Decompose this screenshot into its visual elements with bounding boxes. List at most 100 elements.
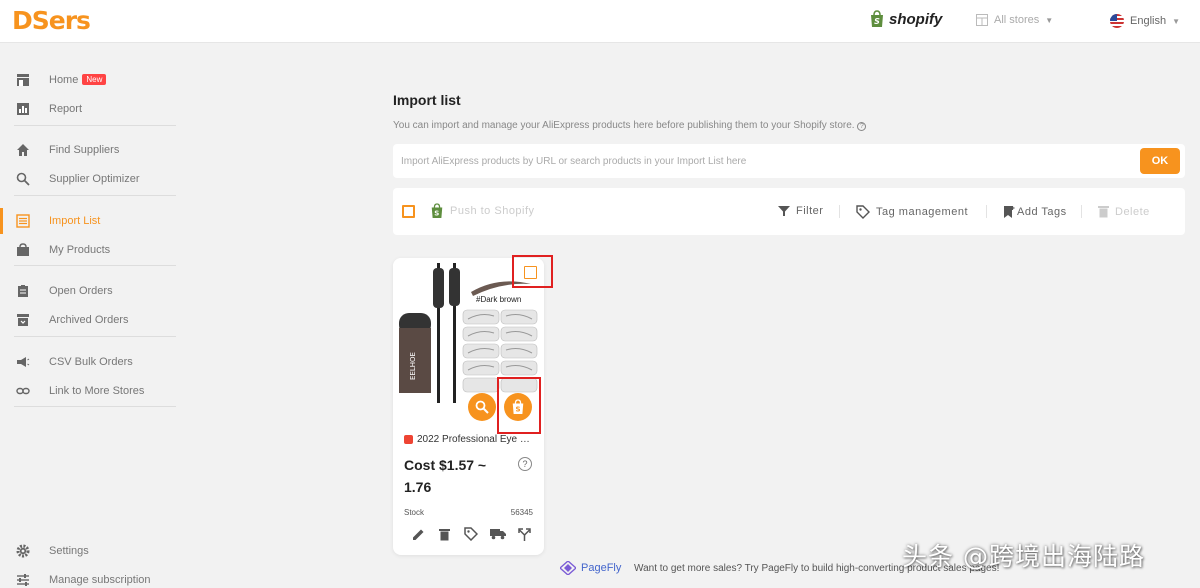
shopify-bag-icon: S bbox=[431, 203, 443, 218]
chevron-down-icon: ▼ bbox=[1172, 16, 1180, 26]
variant-label: #Dark brown bbox=[476, 295, 522, 304]
trash-icon bbox=[1098, 206, 1109, 218]
sidebar-divider bbox=[14, 406, 176, 407]
pagefly-link[interactable]: PageFly bbox=[560, 561, 621, 575]
sidebar-item-label: Manage subscription bbox=[49, 574, 151, 586]
language-label: English bbox=[1130, 15, 1167, 27]
link-icon bbox=[16, 384, 30, 398]
add-tags-label: Add Tags bbox=[1017, 206, 1067, 218]
sidebar-item-supplier-optimizer[interactable]: Supplier Optimizer bbox=[0, 166, 178, 192]
search-icon bbox=[16, 172, 30, 186]
sidebar-item-label: Import List bbox=[49, 215, 101, 227]
sidebar-divider bbox=[14, 336, 176, 337]
sidebar-item-label: My Products bbox=[49, 244, 111, 256]
sidebar-item-home[interactable]: Home New bbox=[0, 67, 178, 93]
aliexpress-icon bbox=[404, 435, 413, 444]
sidebar-item-label: Report bbox=[49, 103, 83, 115]
sidebar-item-link-stores[interactable]: Link to More Stores bbox=[0, 378, 178, 404]
shopify-label: shopify bbox=[889, 10, 943, 28]
filter-button[interactable]: Filter bbox=[778, 205, 823, 217]
truck-icon[interactable] bbox=[489, 526, 506, 542]
sidebar-item-manage-subscription[interactable]: Manage subscription bbox=[0, 567, 178, 588]
stock-value: 56345 bbox=[510, 508, 533, 517]
sidebar-item-my-products[interactable]: My Products bbox=[0, 237, 178, 263]
sidebar-divider bbox=[14, 195, 176, 196]
product-cost: Cost $1.57 ~ 1.76 bbox=[404, 457, 487, 495]
watermark: 头条 @跨境出海陆路 bbox=[902, 542, 1145, 571]
shopify-brand: S shopify bbox=[869, 10, 942, 28]
sidebar-item-settings[interactable]: Settings bbox=[0, 538, 178, 564]
product-brand-text: EELHOE bbox=[409, 352, 417, 380]
store-icon bbox=[16, 73, 30, 87]
toolbar-divider bbox=[1081, 205, 1082, 218]
toolbar-divider bbox=[986, 205, 987, 218]
import-search-input[interactable] bbox=[401, 151, 1121, 171]
sliders-icon bbox=[16, 573, 30, 587]
tag-icon bbox=[856, 205, 870, 219]
delete-button[interactable]: Delete bbox=[1098, 205, 1150, 218]
product-title-text: 2022 Professional Eye Brow Stamp Powder … bbox=[417, 434, 536, 445]
description-text: You can import and manage your AliExpres… bbox=[393, 120, 855, 131]
sidebar-item-import-list[interactable]: Import List bbox=[0, 208, 178, 234]
push-to-shopify-label: Push to Shopify bbox=[450, 205, 535, 217]
select-all-checkbox[interactable] bbox=[402, 205, 415, 218]
shopping-bag-icon bbox=[16, 243, 30, 257]
sidebar-item-label: Home bbox=[49, 74, 79, 86]
sidebar-item-find-suppliers[interactable]: Find Suppliers bbox=[0, 137, 178, 163]
import-search-bar: OK bbox=[393, 144, 1185, 178]
sidebar-divider bbox=[14, 125, 176, 126]
search-supplier-button[interactable] bbox=[468, 393, 496, 421]
help-icon[interactable]: ? bbox=[857, 122, 867, 131]
top-header: DSers S shopify All stores ▼ English ▼ bbox=[0, 0, 1200, 43]
list-icon bbox=[16, 214, 30, 228]
card-actions bbox=[410, 526, 532, 542]
svg-text:S: S bbox=[874, 17, 880, 26]
page-title: Import list bbox=[393, 92, 461, 108]
sidebar: Home New Report Find Suppliers Supplier O… bbox=[0, 43, 178, 588]
sidebar-item-csv-bulk-orders[interactable]: CSV Bulk Orders bbox=[0, 349, 178, 375]
sidebar-item-open-orders[interactable]: Open Orders bbox=[0, 278, 178, 304]
edit-icon[interactable] bbox=[410, 526, 426, 542]
sidebar-item-label: Supplier Optimizer bbox=[49, 173, 140, 185]
add-tags-button[interactable]: Add Tags bbox=[1003, 205, 1067, 219]
clipboard-icon bbox=[16, 284, 30, 298]
sidebar-item-report[interactable]: Report bbox=[0, 96, 178, 122]
sidebar-divider bbox=[14, 265, 176, 266]
push-button-highlight-box bbox=[497, 377, 541, 434]
bar-chart-icon bbox=[16, 102, 30, 116]
filter-icon bbox=[778, 206, 790, 216]
sidebar-item-label: Open Orders bbox=[49, 285, 113, 297]
store-selector[interactable]: All stores ▼ bbox=[976, 14, 1053, 26]
tag-management-label: Tag management bbox=[876, 206, 968, 218]
sidebar-item-label: Settings bbox=[49, 545, 89, 557]
toolbar-divider bbox=[839, 205, 840, 218]
store-grid-icon bbox=[976, 14, 988, 26]
split-icon[interactable] bbox=[516, 526, 532, 542]
page-description: You can import and manage your AliExpres… bbox=[393, 120, 867, 131]
ok-button[interactable]: OK bbox=[1140, 148, 1180, 174]
sidebar-item-label: Find Suppliers bbox=[49, 144, 120, 156]
delete-label: Delete bbox=[1115, 205, 1150, 218]
home-icon bbox=[16, 143, 30, 157]
product-card[interactable]: EELHOE #Dark brown S 2022 Professional E… bbox=[393, 255, 553, 555]
archive-icon bbox=[16, 313, 30, 327]
dsers-logo[interactable]: DSers bbox=[12, 6, 91, 35]
megaphone-icon bbox=[16, 355, 30, 369]
search-icon bbox=[475, 400, 489, 414]
sidebar-item-label: Link to More Stores bbox=[49, 385, 145, 397]
help-icon[interactable]: ? bbox=[518, 457, 532, 471]
us-flag-icon bbox=[1110, 14, 1124, 28]
product-title[interactable]: 2022 Professional Eye Brow Stamp Powder … bbox=[404, 434, 536, 445]
sidebar-item-archived-orders[interactable]: Archived Orders bbox=[0, 307, 178, 333]
sidebar-item-label: Archived Orders bbox=[49, 314, 129, 326]
language-selector[interactable]: English ▼ bbox=[1110, 14, 1180, 28]
pagefly-logo-icon bbox=[560, 561, 576, 575]
checkbox-highlight-box bbox=[512, 255, 553, 288]
shopify-bag-icon: S bbox=[871, 10, 883, 27]
tag-management-button[interactable]: Tag management bbox=[856, 205, 968, 219]
bookmark-plus-icon bbox=[1004, 206, 1015, 218]
tag-icon[interactable] bbox=[463, 526, 479, 542]
push-to-shopify-button[interactable]: S Push to Shopify bbox=[430, 203, 535, 219]
gear-icon bbox=[16, 544, 30, 558]
trash-icon[interactable] bbox=[437, 526, 453, 542]
